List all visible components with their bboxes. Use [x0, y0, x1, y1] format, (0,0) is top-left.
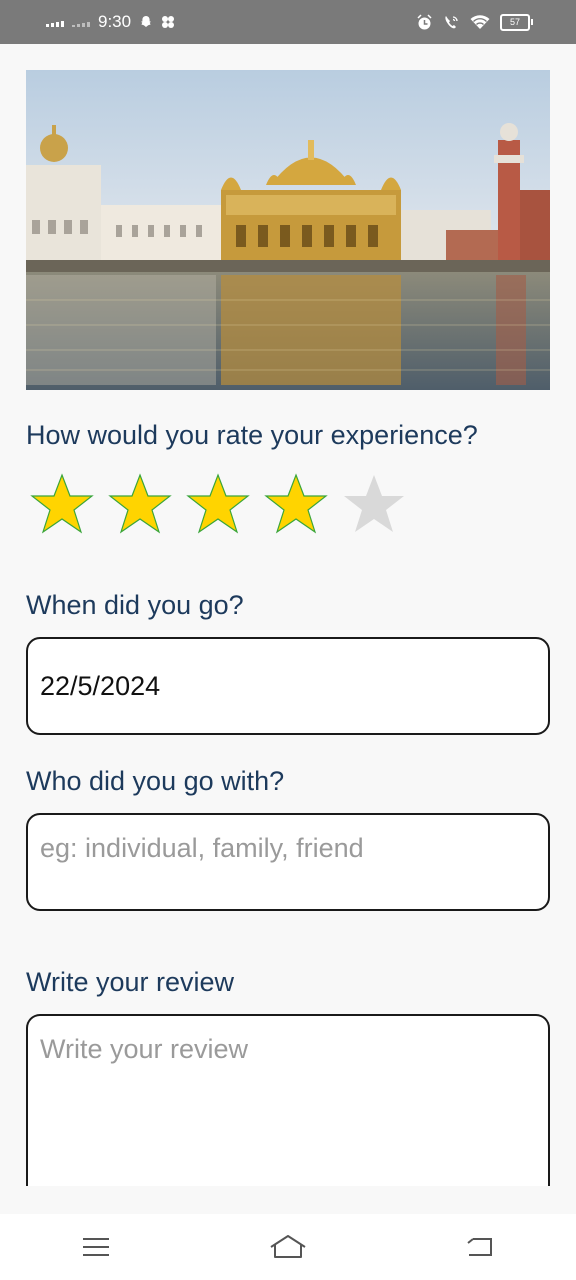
review-label: Write your review [26, 967, 235, 997]
star-icon-1[interactable] [30, 472, 94, 536]
navigation-bar [0, 1214, 576, 1280]
signal-weak-icon [72, 17, 90, 27]
companion-placeholder: eg: individual, family, friend [40, 833, 364, 863]
star-icon-2[interactable] [108, 472, 172, 536]
star-rating[interactable] [30, 472, 406, 536]
review-textarea[interactable]: Write your review [26, 1014, 550, 1204]
wifi-icon [470, 15, 490, 29]
golden-temple-photo [26, 70, 550, 390]
review-placeholder: Write your review [40, 1034, 249, 1064]
star-icon-5[interactable] [342, 472, 406, 536]
rating-question: How would you rate your experience? [26, 420, 478, 450]
menu-icon[interactable] [66, 1222, 126, 1272]
battery-level: 57 [509, 16, 520, 27]
star-icon-3[interactable] [186, 472, 250, 536]
status-time: 9:30 [98, 12, 132, 31]
content-edge [0, 1186, 576, 1214]
date-label: When did you go? [26, 590, 244, 620]
signal-icon [46, 17, 64, 27]
date-field[interactable]: 22/5/2024 [26, 637, 550, 735]
snapchat-icon [141, 16, 152, 27]
wifi-call-icon [445, 15, 458, 28]
star-icon-4[interactable] [264, 472, 328, 536]
status-right: 57 [416, 13, 533, 31]
back-icon[interactable] [450, 1222, 510, 1272]
date-value: 22/5/2024 [40, 670, 161, 701]
home-icon[interactable] [258, 1222, 318, 1272]
companion-label: Who did you go with? [26, 766, 285, 796]
pinwheel-icon [162, 16, 175, 28]
status-left: 9:30 [46, 12, 175, 32]
status-bar: 9:30 57 [0, 0, 576, 44]
battery-icon: 57 [500, 13, 533, 31]
alarm-icon [417, 13, 432, 29]
companion-input[interactable]: eg: individual, family, friend [26, 813, 550, 911]
